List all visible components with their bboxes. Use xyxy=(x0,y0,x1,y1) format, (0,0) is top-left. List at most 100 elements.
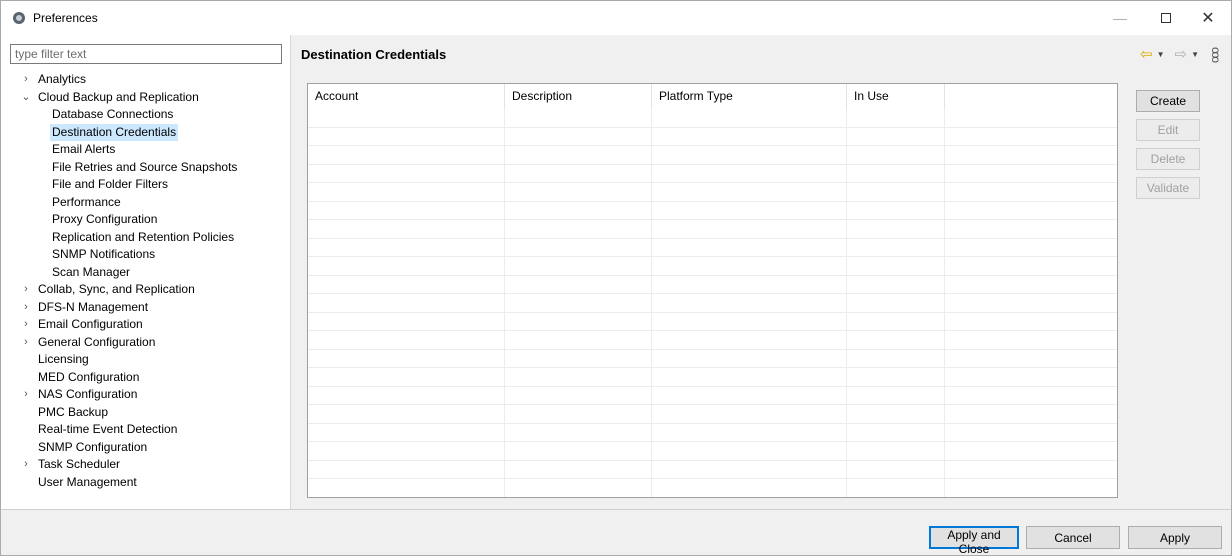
tree-item[interactable]: SNMP Notifications xyxy=(1,246,290,264)
tree-item[interactable]: › Analytics xyxy=(1,71,290,89)
tree-item[interactable]: › Email Configuration xyxy=(1,316,290,334)
column-header[interactable]: In Use xyxy=(847,84,945,109)
tree-item[interactable]: Licensing xyxy=(1,351,290,369)
table-row[interactable] xyxy=(308,423,1117,442)
table-row[interactable] xyxy=(308,146,1117,165)
table-row[interactable] xyxy=(308,238,1117,257)
tree-item[interactable]: SNMP Configuration xyxy=(1,439,290,457)
table-row[interactable] xyxy=(308,349,1117,368)
table-cell xyxy=(652,109,847,127)
table-row[interactable] xyxy=(308,164,1117,183)
table-row[interactable] xyxy=(308,257,1117,276)
tree-item-label: DFS-N Management xyxy=(38,299,149,314)
table-row[interactable] xyxy=(308,460,1117,479)
tree-item[interactable]: › DFS-N Management xyxy=(1,299,290,317)
table-cell xyxy=(847,275,945,293)
create-button[interactable]: Create xyxy=(1136,90,1200,112)
tree-item[interactable]: PMC Backup xyxy=(1,404,290,422)
table-row[interactable] xyxy=(308,220,1117,239)
table-cell xyxy=(847,294,945,312)
table-cell xyxy=(847,405,945,423)
maximize-button[interactable] xyxy=(1143,1,1189,35)
tree-item-label: Email Alerts xyxy=(52,142,116,156)
table-cell xyxy=(847,349,945,367)
tree-item[interactable]: MED Configuration xyxy=(1,369,290,387)
chevron-right-icon[interactable]: › xyxy=(21,71,31,89)
table-row[interactable] xyxy=(308,479,1117,497)
preferences-tree: › Analytics ⌄ Cloud Backup and Replication D… xyxy=(1,71,290,491)
table-cell xyxy=(652,183,847,201)
tree-item[interactable]: Proxy Configuration xyxy=(1,211,290,229)
chevron-right-icon[interactable]: › xyxy=(21,456,31,474)
chevron-right-icon[interactable]: › xyxy=(21,316,31,334)
table-cell xyxy=(505,183,652,201)
tree-item[interactable]: Email Alerts xyxy=(1,141,290,159)
chevron-right-icon[interactable]: › xyxy=(21,281,31,299)
back-arrow-icon[interactable]: ⇦ xyxy=(1140,45,1153,63)
credentials-table[interactable]: Account Description Platform Type In Use xyxy=(307,83,1118,498)
tree-item[interactable]: Real-time Event Detection xyxy=(1,421,290,439)
chevron-right-icon[interactable]: › xyxy=(21,334,31,352)
tree-item-label: MED Configuration xyxy=(38,369,140,384)
column-header[interactable] xyxy=(945,84,1117,109)
table-row[interactable] xyxy=(308,312,1117,331)
table-cell xyxy=(308,275,505,293)
table-row[interactable] xyxy=(308,368,1117,387)
tree-item-label: Task Scheduler xyxy=(38,457,121,471)
tree-item[interactable]: › General Configuration xyxy=(1,334,290,352)
tree-item[interactable]: Scan Manager xyxy=(1,264,290,282)
table-row[interactable] xyxy=(308,442,1117,461)
cancel-button[interactable]: Cancel xyxy=(1026,526,1120,549)
table-cell xyxy=(505,368,652,386)
chevron-down-icon[interactable]: ⌄ xyxy=(21,89,31,107)
column-header[interactable]: Account xyxy=(308,84,505,109)
table-cell xyxy=(308,479,505,497)
table-cell xyxy=(847,238,945,256)
apply-button[interactable]: Apply xyxy=(1128,526,1222,549)
table-row[interactable] xyxy=(308,183,1117,202)
chevron-right-icon[interactable]: › xyxy=(21,299,31,317)
tree-item[interactable]: › Collab, Sync, and Replication xyxy=(1,281,290,299)
filter-input[interactable] xyxy=(10,44,282,64)
table-row[interactable] xyxy=(308,294,1117,313)
edit-button[interactable]: Edit xyxy=(1136,119,1200,141)
tree-item[interactable]: User Management xyxy=(1,474,290,492)
table-cell xyxy=(847,312,945,330)
tree-item[interactable]: File Retries and Source Snapshots xyxy=(1,159,290,177)
table-cell xyxy=(308,109,505,127)
tree-item[interactable]: Replication and Retention Policies xyxy=(1,229,290,247)
validate-button[interactable]: Validate xyxy=(1136,177,1200,199)
table-row[interactable] xyxy=(308,275,1117,294)
tree-item[interactable]: File and Folder Filters xyxy=(1,176,290,194)
tree-item[interactable]: Performance xyxy=(1,194,290,212)
table-row[interactable] xyxy=(308,109,1117,128)
tree-item[interactable]: Destination Credentials xyxy=(1,123,290,141)
column-header[interactable]: Description xyxy=(505,84,652,109)
table-row[interactable] xyxy=(308,405,1117,424)
forward-arrow-icon[interactable]: ⇨ xyxy=(1175,45,1188,63)
table-cell xyxy=(652,201,847,219)
table-row[interactable] xyxy=(308,386,1117,405)
tree-item-label: Proxy Configuration xyxy=(52,212,158,226)
forward-dropdown-icon[interactable]: ▼ xyxy=(1191,50,1199,59)
column-header[interactable]: Platform Type xyxy=(652,84,847,109)
table-row[interactable] xyxy=(308,331,1117,350)
chevron-right-icon[interactable]: › xyxy=(21,386,31,404)
table-cell xyxy=(505,349,652,367)
tree-item[interactable]: › NAS Configuration xyxy=(1,386,290,404)
table-row[interactable] xyxy=(308,127,1117,146)
preferences-tree-panel: › Analytics ⌄ Cloud Backup and Replication D… xyxy=(1,35,290,509)
apply-and-close-button[interactable]: Apply and Close xyxy=(929,526,1019,556)
table-cell xyxy=(652,146,847,164)
tree-item[interactable]: ⌄ Cloud Backup and Replication xyxy=(1,89,290,107)
close-button[interactable]: ✕ xyxy=(1185,1,1231,35)
back-dropdown-icon[interactable]: ▼ xyxy=(1157,50,1165,59)
table-cell xyxy=(847,368,945,386)
view-menu-icon[interactable]: ooo xyxy=(1209,47,1223,61)
minimize-button[interactable]: — xyxy=(1097,1,1143,35)
tree-item[interactable]: › Task Scheduler xyxy=(1,456,290,474)
table-row[interactable] xyxy=(308,201,1117,220)
dialog-footer: Apply and Close Cancel Apply xyxy=(1,510,1231,556)
tree-item[interactable]: Database Connections xyxy=(1,106,290,124)
delete-button[interactable]: Delete xyxy=(1136,148,1200,170)
